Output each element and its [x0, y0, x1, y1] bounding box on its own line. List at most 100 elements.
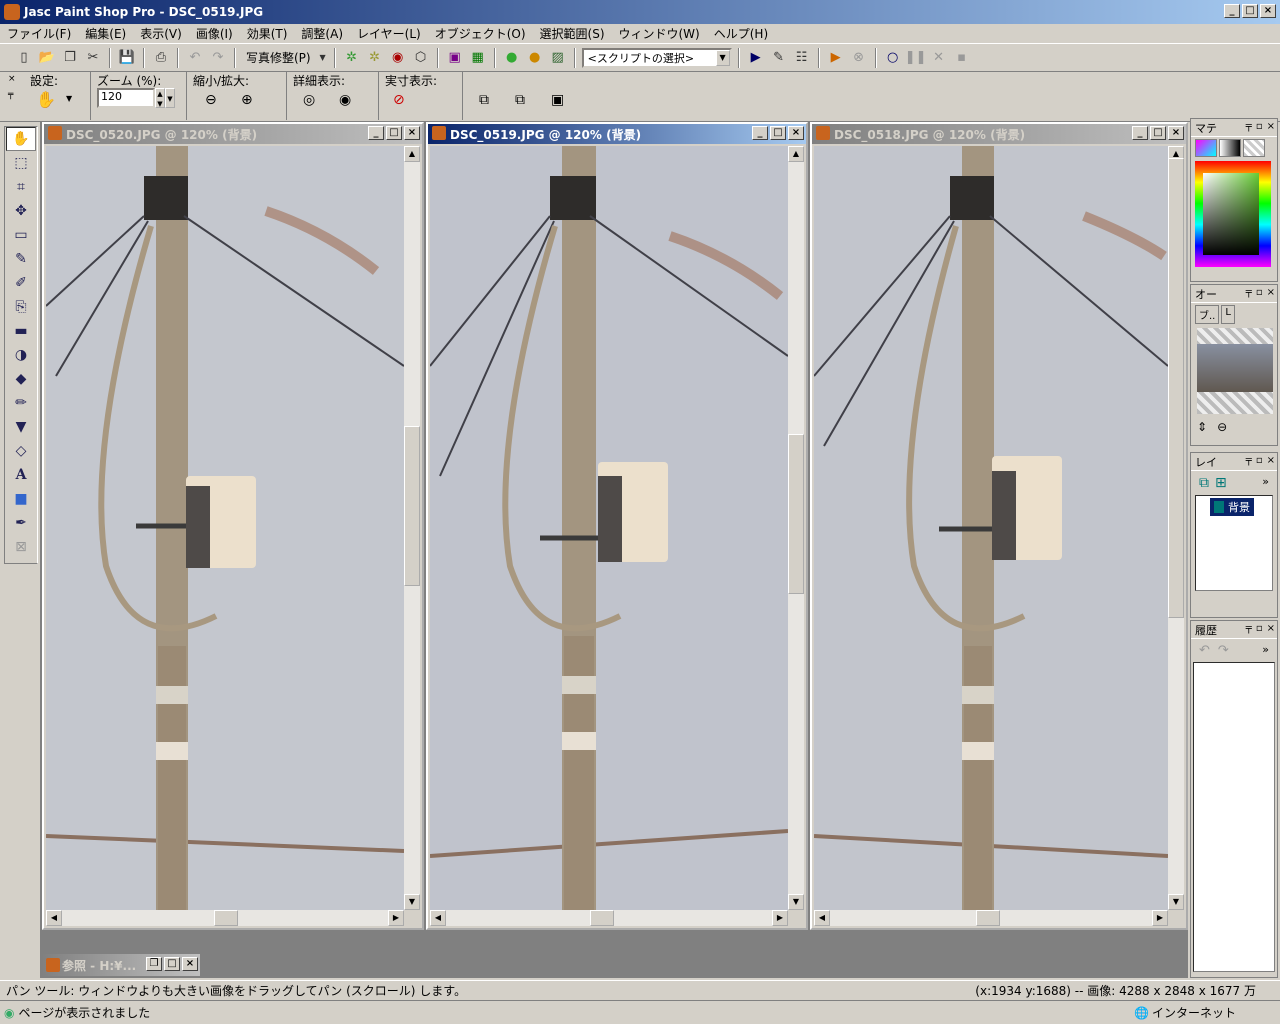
enhance2-icon[interactable]: ✲ [365, 48, 385, 68]
tab-info[interactable]: L [1221, 305, 1235, 324]
restore-button[interactable]: ❐ [146, 957, 162, 971]
scroll-thumb[interactable] [404, 426, 420, 586]
save-icon[interactable]: 💾 [117, 48, 137, 68]
horizontal-scrollbar[interactable]: ◀ ▶ [814, 910, 1168, 926]
cancel-script-icon[interactable]: ⊗ [849, 48, 869, 68]
dodge-icon[interactable]: ◑ [6, 343, 36, 367]
layer-row[interactable]: 背景 [1210, 498, 1254, 516]
menu-help[interactable]: ヘルプ(H) [707, 25, 775, 42]
menu-objects[interactable]: オブジェクト(O) [428, 25, 533, 42]
dropper-tool-icon[interactable]: ✎ [6, 247, 36, 271]
doc-close-button[interactable]: × [404, 126, 420, 140]
scroll-right-icon[interactable]: ▶ [772, 910, 788, 926]
fill-tool-icon[interactable]: ▼ [6, 415, 36, 439]
text-tool-icon[interactable]: A [6, 463, 36, 487]
script-select[interactable]: <スクリプトの選択> ▼ [581, 47, 732, 68]
pattern-tab-icon[interactable] [1243, 139, 1265, 157]
move-tool-icon[interactable]: ✥ [6, 199, 36, 223]
scroll-left-icon[interactable]: ◀ [814, 910, 830, 926]
document-window[interactable]: DSC_0518.JPG @ 120% (背景) _ □ × ▲ ▼ ◀ ▶ [810, 122, 1188, 930]
photo-canvas[interactable] [814, 146, 1168, 910]
cut-icon[interactable]: ✂ [83, 48, 103, 68]
document-window[interactable]: DSC_0520.JPG @ 120% (背景) _ □ × ▲ ▼ ◀ ▶ [42, 122, 424, 930]
new-adjustment-layer-icon[interactable]: ⊞ [1215, 475, 1227, 491]
menu-selections[interactable]: 選択範囲(S) [533, 25, 612, 42]
undo-icon[interactable]: ↶ [185, 48, 205, 68]
menu-edit[interactable]: 編集(E) [78, 25, 133, 42]
document-window-active[interactable]: DSC_0519.JPG @ 120% (背景) _ □ × ▲ ▼ ◀ ▶ [426, 122, 808, 930]
chevron-down-icon[interactable]: ▼ [66, 94, 72, 103]
crop-tool-icon[interactable]: ⌗ [6, 175, 36, 199]
pause-icon[interactable]: ❚❚ [905, 48, 927, 68]
minimize-icon[interactable]: ▫ [1256, 121, 1263, 132]
zoom-out-icon[interactable]: ⊖ [1217, 420, 1227, 434]
pin-icon[interactable]: ╤ [1246, 287, 1252, 298]
scroll-thumb[interactable] [214, 910, 238, 926]
swatches-tab-icon[interactable] [1219, 139, 1241, 157]
person-orange-icon[interactable]: ● [525, 48, 545, 68]
vertical-scrollbar[interactable]: ▲ ▼ [1168, 146, 1184, 910]
scroll-down-icon[interactable]: ▼ [404, 894, 420, 910]
pan-tool-icon[interactable]: ✋ [6, 127, 36, 151]
pan-hand-icon[interactable]: ✋ [36, 90, 56, 109]
maximize-button[interactable]: □ [164, 957, 180, 971]
doc-minimize-button[interactable]: _ [752, 126, 768, 140]
tab-overview[interactable]: ブ.. [1195, 305, 1220, 324]
record-icon[interactable]: ○ [883, 48, 903, 68]
run-script-icon[interactable]: ▶ [746, 48, 766, 68]
pen-tool-icon[interactable]: ✒ [6, 511, 36, 535]
minimize-icon[interactable]: ▫ [1256, 455, 1263, 466]
zoom-out-icon[interactable]: ⊖ [205, 92, 217, 108]
document-titlebar[interactable]: DSC_0518.JPG @ 120% (背景) _ □ × [812, 124, 1186, 144]
horizontal-scrollbar[interactable]: ◀ ▶ [430, 910, 788, 926]
shape-tool-icon[interactable]: ■ [6, 487, 36, 511]
doc-minimize-button[interactable]: _ [1132, 126, 1148, 140]
menu-file[interactable]: ファイル(F) [0, 25, 78, 42]
stop-icon[interactable]: ✕ [929, 48, 949, 68]
minimize-icon[interactable]: ▫ [1256, 623, 1263, 634]
actual-size-icon[interactable]: ⊘ [393, 92, 405, 108]
picture-tube-icon[interactable]: ◇ [6, 439, 36, 463]
zoom-stepper[interactable]: ⇕ [1197, 420, 1207, 434]
scroll-right-icon[interactable]: ▶ [1152, 910, 1168, 926]
menu-adjust[interactable]: 調整(A) [294, 25, 350, 42]
reference-window-minimized[interactable]: 参照 - H:¥... ❐ □ × [42, 954, 200, 976]
undo-icon[interactable]: ↶ [1199, 643, 1210, 658]
script-play-icon[interactable]: ▶ [826, 48, 846, 68]
doc-close-button[interactable]: × [1168, 126, 1184, 140]
close-icon[interactable]: × [8, 74, 16, 84]
pin-icon[interactable]: ╤ [1246, 455, 1252, 466]
menu-effects[interactable]: 効果(T) [240, 25, 295, 42]
more-icon[interactable]: » [1262, 643, 1269, 658]
scroll-left-icon[interactable]: ◀ [430, 910, 446, 926]
photo-fix-button[interactable]: 写真修整(P) [242, 49, 315, 66]
scroll-thumb[interactable] [788, 434, 804, 594]
pin-icon[interactable]: ╤ [1246, 623, 1252, 634]
zoom-input[interactable]: 120 [97, 88, 155, 108]
close-button[interactable]: × [1260, 4, 1276, 18]
zoom-stepper[interactable]: ▲ ▼ [155, 88, 165, 108]
menu-image[interactable]: 画像(I) [189, 25, 240, 42]
red-eye-tool-icon[interactable]: ◆ [6, 367, 36, 391]
color-picker[interactable] [1195, 161, 1271, 267]
dropdown-arrow-icon[interactable]: ▼ [318, 48, 328, 68]
print-icon[interactable]: ⎙ [151, 48, 171, 68]
scroll-up-icon[interactable]: ▲ [404, 146, 420, 162]
fit-window-icon[interactable]: ⧉ [479, 92, 489, 108]
person-green-icon[interactable]: ● [502, 48, 522, 68]
scroll-up-icon[interactable]: ▲ [788, 146, 804, 162]
fit-image-icon[interactable]: ⧉ [515, 92, 525, 108]
chevron-down-icon[interactable]: ▼ [715, 49, 730, 66]
close-icon[interactable]: × [1267, 623, 1275, 634]
doc-maximize-button[interactable]: □ [386, 126, 402, 140]
pin-icon[interactable]: ╤ [1246, 121, 1252, 132]
new-file-icon[interactable]: ▯ [14, 48, 34, 68]
cube-icon[interactable]: ⬡ [411, 48, 431, 68]
eraser-icon[interactable]: ✏ [6, 391, 36, 415]
doc-close-button[interactable]: × [788, 126, 804, 140]
horizontal-scrollbar[interactable]: ◀ ▶ [46, 910, 404, 926]
rainbow-tab-icon[interactable] [1195, 139, 1217, 157]
script-mode-icon[interactable]: ☷ [792, 48, 812, 68]
paint-brush-icon[interactable]: ✐ [6, 271, 36, 295]
landscape-icon[interactable]: ▨ [548, 48, 568, 68]
